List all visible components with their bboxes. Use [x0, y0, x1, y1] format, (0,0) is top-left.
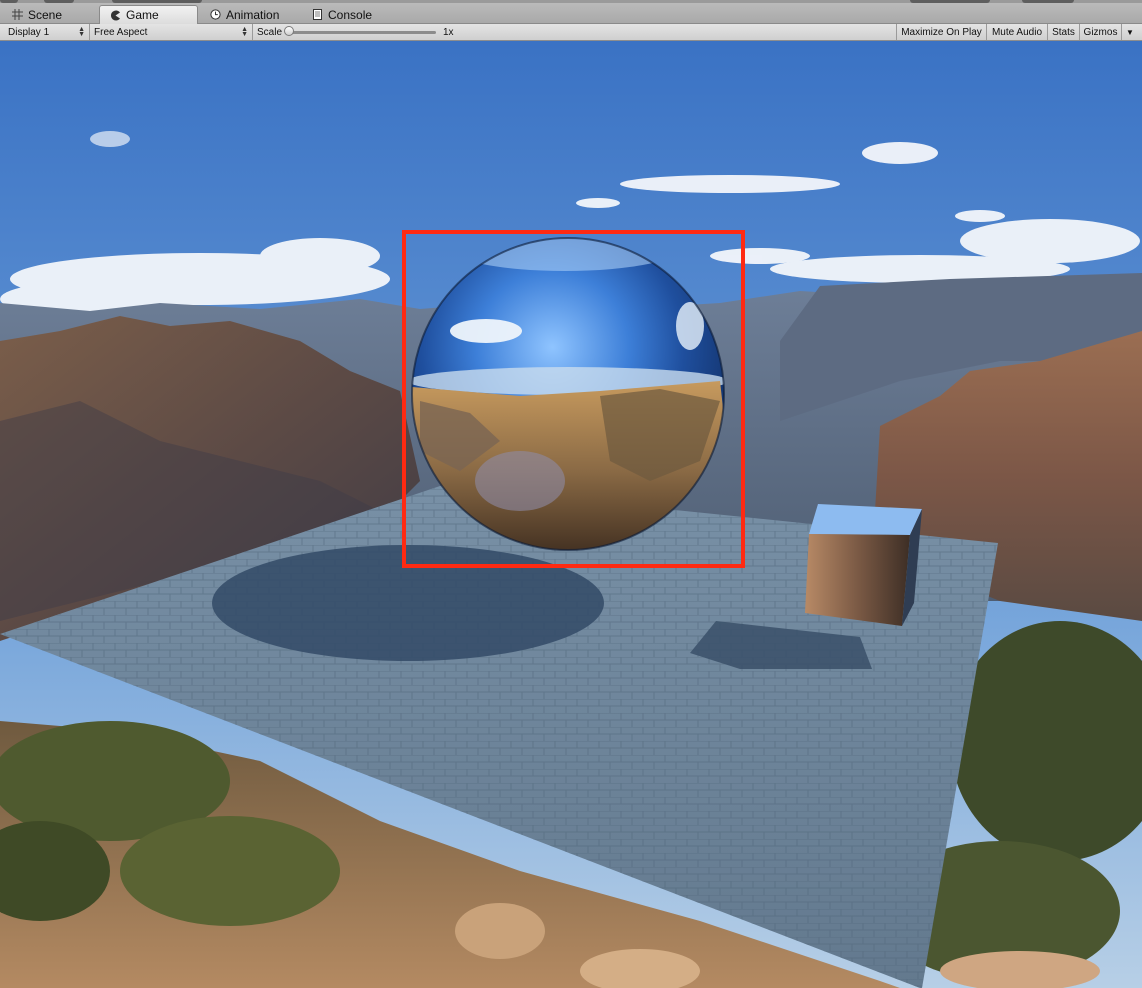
scale-value: 1x — [443, 26, 454, 38]
chevron-down-icon: ▼ — [1126, 27, 1134, 37]
aspect-dropdown[interactable]: Free Aspect ▲ ▼ — [90, 24, 253, 40]
scale-label: Scale — [257, 26, 283, 38]
pacman-icon — [110, 10, 121, 21]
tab-console-label: Console — [328, 7, 373, 22]
maximize-on-play-button[interactable]: Maximize On Play — [896, 24, 986, 40]
tab-game[interactable]: Game — [99, 5, 198, 24]
mute-audio-button[interactable]: Mute Audio — [986, 24, 1047, 40]
scale-slider-track[interactable] — [289, 31, 436, 34]
gizmos-button[interactable]: Gizmos — [1079, 24, 1121, 40]
gizmos-dropdown-arrow[interactable]: ▼ — [1121, 24, 1138, 40]
updown-arrows-icon: ▲ ▼ — [78, 26, 85, 38]
aspect-dropdown-label: Free Aspect — [94, 26, 148, 38]
tab-scene[interactable]: Scene — [2, 5, 92, 24]
document-icon — [312, 9, 323, 20]
scale-slider-thumb[interactable] — [284, 26, 294, 36]
stats-button[interactable]: Stats — [1047, 24, 1079, 40]
tab-bar: Scene Game Animation Console — [0, 0, 1142, 24]
tab-game-label: Game — [126, 8, 159, 22]
game-toolbar: Display 1 ▲ ▼ Free Aspect ▲ ▼ Scale 1x Max… — [0, 24, 1142, 41]
window-top-strip — [0, 0, 1142, 3]
display-dropdown-label: Display 1 — [8, 26, 50, 38]
grid-icon — [12, 9, 23, 20]
tab-console[interactable]: Console — [302, 5, 392, 24]
sphere-shadow — [212, 545, 604, 661]
tab-scene-label: Scene — [28, 7, 63, 22]
tab-animation[interactable]: Animation — [200, 5, 304, 24]
game-viewport[interactable] — [0, 41, 1142, 988]
updown-arrows-icon: ▲ ▼ — [241, 26, 248, 38]
display-dropdown[interactable]: Display 1 ▲ ▼ — [4, 24, 90, 40]
clock-icon — [210, 9, 221, 20]
tab-animation-label: Animation — [226, 7, 280, 22]
cube-object[interactable] — [805, 504, 922, 626]
